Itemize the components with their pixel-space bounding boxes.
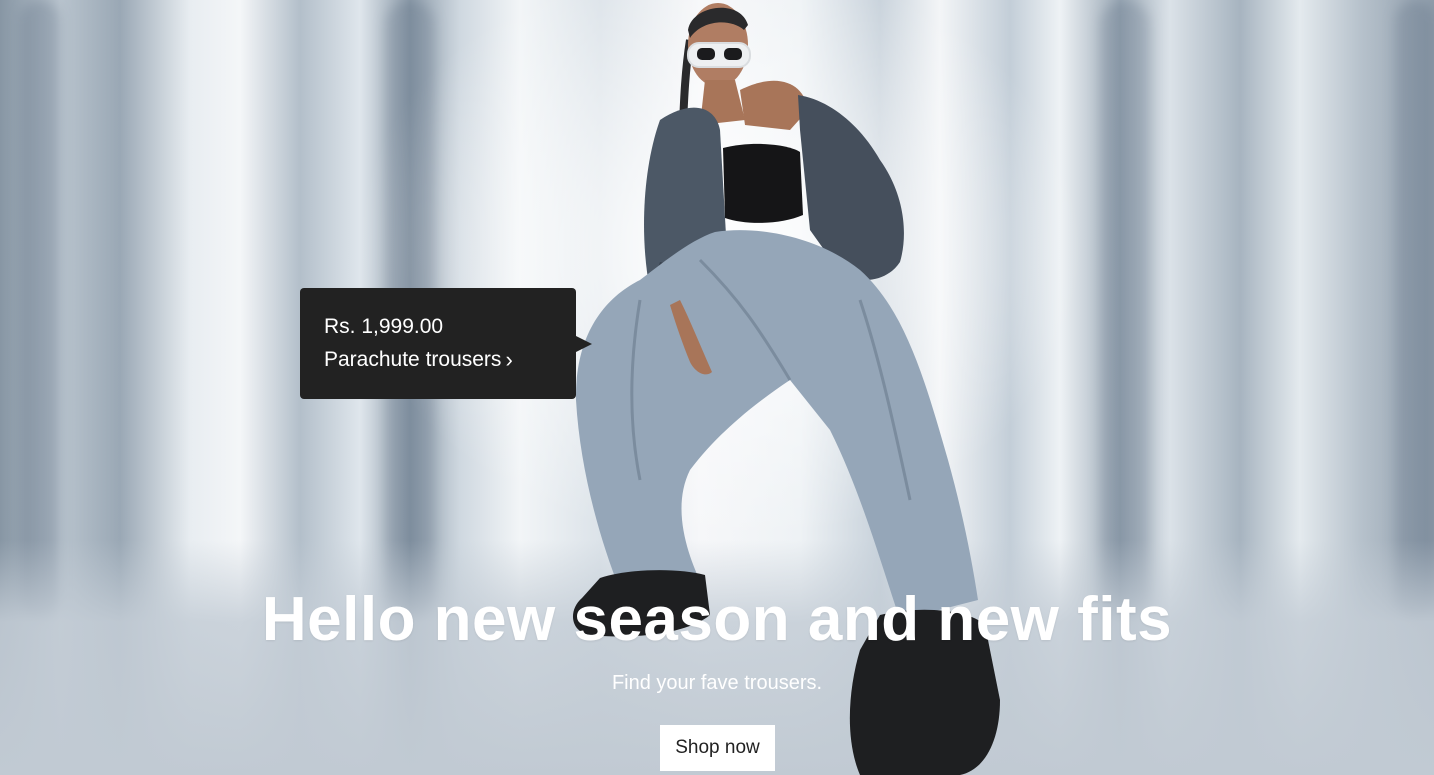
shop-now-button[interactable]: Shop now — [660, 725, 775, 771]
hero-subheadline: Find your fave trousers. — [611, 672, 823, 694]
product-tag-tooltip[interactable]: Rs. 1,999.00 Parachute trousers › — [300, 288, 592, 399]
hero-headline: Hello new season and new fits — [261, 585, 1173, 654]
product-price: Rs. 1,999.00 — [324, 315, 444, 338]
hero-banner[interactable]: Rs. 1,999.00 Parachute trousers › Hello … — [0, 0, 1434, 775]
product-name[interactable]: Parachute trousers — [324, 347, 501, 373]
model-image — [572, 3, 1000, 775]
chevron-right-icon: › — [505, 347, 513, 372]
product-link[interactable]: Parachute trousers › — [324, 347, 552, 373]
